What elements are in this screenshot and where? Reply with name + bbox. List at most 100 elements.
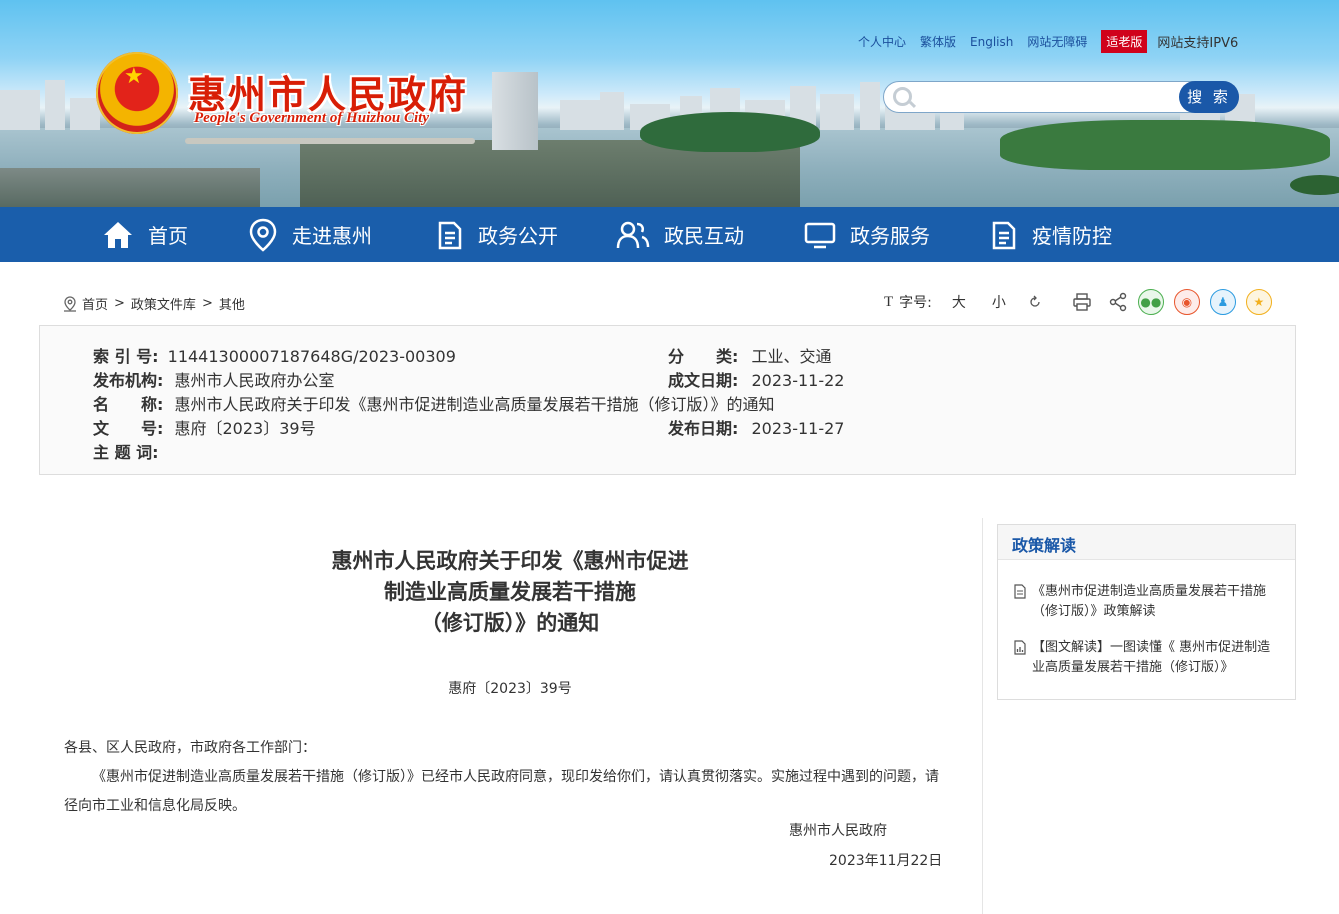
column-divider <box>982 518 983 914</box>
policy-link-text[interactable]: 《惠州市促进制造业高质量发展若干措施（修订版）》政策解读 <box>1032 582 1276 622</box>
main-nav: 首页 走进惠州 政务公开 政民互动 政务服务 疫情防控 <box>0 207 1339 262</box>
banner-bridge <box>185 138 475 144</box>
location-icon <box>64 295 76 312</box>
banner-island <box>640 112 820 152</box>
national-emblem-logo[interactable]: ★ <box>96 52 178 134</box>
article-title: 惠州市人民政府关于印发《惠州市促进 制造业高质量发展若干措施 （修订版）》的通知 <box>290 545 730 638</box>
document-icon <box>1014 584 1026 599</box>
accessibility-link[interactable]: 网站无障碍 <box>1027 33 1087 50</box>
nav-item-epidemic[interactable]: 疫情防控 <box>990 207 1112 262</box>
article-paragraph: 《惠州市促进制造业高质量发展若干措施（修订版）》已经市人民政府同意，现印发给你们… <box>64 769 939 814</box>
panel-title: 政策解读 <box>1012 536 1077 555</box>
article-title-line: （修订版）》的通知 <box>420 610 600 635</box>
nav-label: 疫情防控 <box>1032 224 1112 248</box>
info-value: 惠州市人民政府办公室 <box>174 371 335 390</box>
info-value: 惠州市人民政府关于印发《惠州市促进制造业高质量发展若干措施（修订版）》的通知 <box>174 395 775 414</box>
nav-item-home[interactable]: 首页 <box>102 207 188 262</box>
nav-item-about[interactable]: 走进惠州 <box>248 207 372 262</box>
chart-document-icon <box>1014 640 1026 655</box>
ipv6-label: 网站支持IPV6 <box>1157 36 1239 51</box>
breadcrumb: 首页 > 政策文件库 > 其他 <box>62 294 245 313</box>
nav-label: 走进惠州 <box>292 224 372 248</box>
policy-interpretation-panel: 政策解读 《惠州市促进制造业高质量发展若干措施（修订版）》政策解读 【图文解读】… <box>997 524 1296 700</box>
info-label: 名 称: <box>93 395 164 414</box>
font-large-button[interactable]: 大 <box>952 292 966 312</box>
qzone-share-icon[interactable]: ★ <box>1245 289 1272 315</box>
nav-label: 政务公开 <box>478 224 558 248</box>
wechat-share-icon[interactable]: ●● <box>1137 289 1164 315</box>
info-value: 2023-11-22 <box>751 371 845 390</box>
font-size-label: 字号: <box>899 295 932 311</box>
site-subtitle: People's Government of Huizhou City <box>194 110 430 126</box>
home-icon <box>104 221 132 248</box>
policy-link[interactable]: 【图文解读】一图读懂《 惠州市促进制造业高质量发展若干措施（修订版）》 <box>1014 638 1276 678</box>
personal-center-link[interactable]: 个人中心 <box>858 33 906 50</box>
info-created-date: 成文日期: 2023-11-22 <box>668 367 844 391</box>
article-title-line: 惠州市人民政府关于印发《惠州市促进 <box>331 548 689 573</box>
monitor-icon <box>804 222 836 248</box>
banner-island <box>1000 120 1330 170</box>
nav-item-interaction[interactable]: 政民互动 <box>616 207 744 262</box>
info-published-date: 发布日期: 2023-11-27 <box>668 415 844 439</box>
header-banner: ★ 惠州市人民政府 People's Government of Huizhou… <box>0 0 1339 207</box>
breadcrumb-home[interactable]: 首页 <box>82 294 108 313</box>
search-input[interactable] <box>920 86 1174 108</box>
breadcrumb-separator: > <box>114 296 125 311</box>
info-value: 工业、交通 <box>751 347 832 366</box>
traditional-chinese-link[interactable]: 繁体版 <box>920 33 956 50</box>
document-info-table: 索 引 号: 11441300007187648G/2023-00309 分 类… <box>39 325 1296 475</box>
info-label: 文 号: <box>93 419 164 438</box>
search-box: 搜 索 <box>883 81 1239 113</box>
nav-label: 首页 <box>148 224 188 248</box>
weibo-share-icon[interactable]: ◉ <box>1173 289 1200 315</box>
article-salutation: 各县、区人民政府，市政府各工作部门： <box>64 740 316 756</box>
info-value: 11441300007187648G/2023-00309 <box>167 347 456 366</box>
policy-link-text[interactable]: 【图文解读】一图读懂《 惠州市促进制造业高质量发展若干措施（修订版）》 <box>1032 638 1276 678</box>
print-icon[interactable] <box>1072 293 1092 311</box>
qq-share-icon[interactable]: ♟ <box>1209 289 1236 315</box>
font-size-icon: T <box>884 293 894 310</box>
breadcrumb-other[interactable]: 其他 <box>219 294 245 313</box>
policy-link[interactable]: 《惠州市促进制造业高质量发展若干措施（修订版）》政策解读 <box>1014 582 1276 622</box>
document-icon <box>438 221 462 249</box>
article-body: 各县、区人民政府，市政府各工作部门： 《惠州市促进制造业高质量发展若干措施（修订… <box>64 734 944 821</box>
info-value: 2023-11-27 <box>751 419 845 438</box>
people-icon <box>616 221 650 248</box>
article-date: 2023年11月22日 <box>829 853 943 869</box>
banner-shore-left <box>0 168 260 207</box>
breadcrumb-separator: > <box>201 296 213 311</box>
info-publisher: 发布机构: 惠州市人民政府办公室 <box>93 367 335 391</box>
search-button[interactable]: 搜 索 <box>1179 81 1239 113</box>
info-category: 分 类: 工业、交通 <box>668 343 832 367</box>
nav-label: 政务服务 <box>850 224 930 248</box>
clipboard-icon <box>992 221 1016 249</box>
search-icon <box>893 87 912 106</box>
location-pin-icon <box>249 218 277 252</box>
info-value: 惠府〔2023〕39号 <box>174 419 316 438</box>
info-doc-number: 文 号: 惠府〔2023〕39号 <box>93 415 316 439</box>
breadcrumb-policy-library[interactable]: 政策文件库 <box>131 294 196 313</box>
info-name: 名 称: 惠州市人民政府关于印发《惠州市促进制造业高质量发展若干措施（修订版）》… <box>93 391 775 415</box>
elder-mode-button[interactable]: 适老版 <box>1101 30 1148 53</box>
top-links: 个人中心 繁体版 English 网站无障碍 适老版 网站支持IPV6 <box>858 30 1252 53</box>
panel-header: 政策解读 <box>998 525 1295 560</box>
article-title-line: 制造业高质量发展若干措施 <box>384 579 636 604</box>
nav-item-gov-affairs[interactable]: 政务公开 <box>436 207 558 262</box>
reset-font-icon[interactable] <box>1028 295 1042 309</box>
font-small-button[interactable]: 小 <box>992 292 1006 312</box>
info-label: 发布机构: <box>93 371 164 390</box>
info-topic: 主 题 词: <box>93 439 159 463</box>
banner-tower <box>492 72 538 150</box>
nav-label: 政民互动 <box>664 224 744 248</box>
info-label: 索 引 号: <box>93 347 159 366</box>
article-signature: 惠州市人民政府 <box>789 823 887 839</box>
nav-item-services[interactable]: 政务服务 <box>804 207 930 262</box>
article-toolbar: T 字号: 大 小 ●● ◉ ♟ ★ <box>884 289 1272 315</box>
info-label: 分 类: <box>668 347 739 366</box>
share-icon[interactable] <box>1108 292 1128 312</box>
info-index: 索 引 号: 11441300007187648G/2023-00309 <box>93 343 456 367</box>
info-label: 主 题 词: <box>93 443 159 462</box>
info-label: 发布日期: <box>668 419 739 438</box>
english-link[interactable]: English <box>970 35 1013 49</box>
article-doc-number: 惠府〔2023〕39号 <box>448 681 572 697</box>
